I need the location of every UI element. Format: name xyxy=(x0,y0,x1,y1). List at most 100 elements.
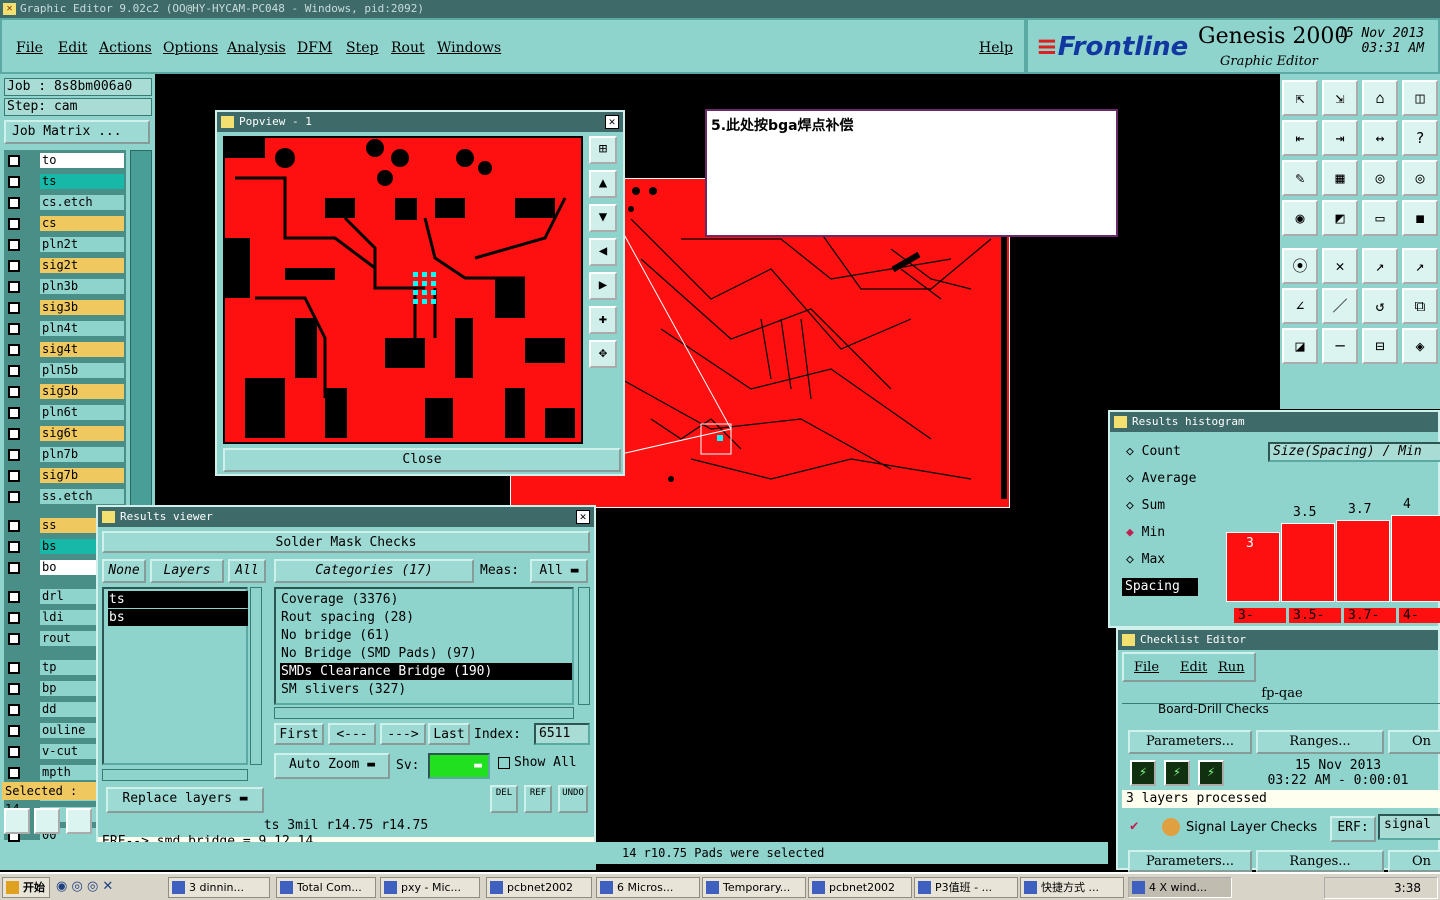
layer-checkbox[interactable] xyxy=(8,365,20,377)
results-viewer-close-icon[interactable]: ✕ xyxy=(576,510,590,524)
list-item[interactable]: No Bridge (SMD Pads) (97) xyxy=(280,645,477,662)
run-all-icon[interactable]: ⚡ xyxy=(1164,760,1190,786)
slash-icon[interactable]: ／ xyxy=(1322,288,1358,324)
auto-zoom-select[interactable]: Auto Zoom ▬ xyxy=(274,753,390,779)
zoom-home-icon[interactable]: ⇱ xyxy=(1282,80,1318,116)
layer-row[interactable]: sig2t xyxy=(4,257,126,275)
menu-edit[interactable]: Edit xyxy=(58,40,87,56)
taskbar-item[interactable]: pcbnet2002 xyxy=(808,877,912,898)
layers-scrollbar[interactable] xyxy=(250,587,262,765)
layer-checkbox[interactable] xyxy=(8,155,20,167)
menu-help[interactable]: Help xyxy=(979,40,1013,56)
none-button[interactable]: None xyxy=(102,559,146,583)
layer-checkbox[interactable] xyxy=(8,302,20,314)
tool-select-icon[interactable] xyxy=(4,808,30,834)
job-matrix-button[interactable]: Job Matrix ... xyxy=(4,120,150,144)
layer-checkbox[interactable] xyxy=(8,218,20,230)
index-input[interactable]: 6511 xyxy=(534,723,590,745)
pan-left-icon[interactable]: ⇤ xyxy=(1282,120,1318,156)
zoom-out-icon[interactable]: ✥ xyxy=(589,340,617,368)
layer-checkbox[interactable] xyxy=(8,767,20,779)
layer-checkbox[interactable] xyxy=(8,612,20,624)
layer-row[interactable]: ss.etch xyxy=(4,488,126,506)
layers-hscrollbar[interactable] xyxy=(102,769,248,781)
prev-button[interactable]: <--- xyxy=(328,723,376,745)
arrow-icon[interactable]: ↗ xyxy=(1362,248,1398,284)
measure-icon[interactable]: ▭ xyxy=(1362,200,1398,236)
zoom-fit-icon[interactable]: ⊞ xyxy=(589,136,617,164)
ref-button[interactable]: REF xyxy=(524,785,552,813)
layer-checkbox[interactable] xyxy=(8,428,20,440)
menu-analysis[interactable]: Analysis xyxy=(227,40,286,56)
layer-row[interactable]: sig3b xyxy=(4,299,126,317)
layer-checkbox[interactable] xyxy=(8,449,20,461)
layer-checkbox[interactable] xyxy=(8,281,20,293)
quicklaunch-icons[interactable]: ◉ ◎ ◎ ✕ xyxy=(56,879,156,895)
list-item[interactable]: SM slivers (327) xyxy=(280,681,406,698)
home-icon[interactable]: ⌂ xyxy=(1362,80,1398,116)
replace-layers-select[interactable]: Replace layers ▬ xyxy=(106,787,264,813)
bar-icon[interactable]: ⊟ xyxy=(1362,328,1398,364)
menu-rout[interactable]: Rout xyxy=(391,40,425,56)
menu-file[interactable]: File xyxy=(16,40,43,56)
meas-select[interactable]: All ▬ xyxy=(530,559,588,583)
taskbar-item[interactable]: P3值班 - ... xyxy=(914,877,1018,898)
layer-row[interactable]: sig5b xyxy=(4,383,126,401)
menu-options[interactable]: Options xyxy=(163,40,218,56)
layer-checkbox[interactable] xyxy=(8,562,20,574)
on-button-2[interactable]: On xyxy=(1388,850,1440,872)
menu-step[interactable]: Step xyxy=(346,40,378,56)
layer-checkbox[interactable] xyxy=(8,491,20,503)
taskbar-item[interactable]: Total Com... xyxy=(276,877,376,898)
list-item[interactable]: Coverage (3376) xyxy=(280,591,398,608)
metric-select[interactable]: Spacing xyxy=(1122,578,1198,596)
layer-row[interactable]: pln5b xyxy=(4,362,126,380)
node-icon[interactable]: ⦿ xyxy=(1282,248,1318,284)
layer-checkbox[interactable] xyxy=(8,662,20,674)
layer-checkbox[interactable] xyxy=(8,344,20,356)
del-button[interactable]: DEL xyxy=(490,785,518,813)
categories-hscrollbar[interactable] xyxy=(274,707,574,719)
check-enabled-icon[interactable]: ✔ xyxy=(1130,818,1138,834)
frame-icon[interactable]: ⧉ xyxy=(1402,288,1438,324)
histogram-bar[interactable] xyxy=(1281,523,1335,602)
layer-row[interactable]: pln7b xyxy=(4,446,126,464)
window-icon[interactable]: ◫ xyxy=(1402,80,1438,116)
taskbar-item[interactable]: 4 X wind... xyxy=(1128,877,1232,898)
on-button[interactable]: On xyxy=(1388,730,1440,754)
checklist-row-signal[interactable]: Signal Layer Checks xyxy=(1186,820,1317,835)
next-button[interactable]: ---> xyxy=(380,723,426,745)
layer-row[interactable]: sig7b xyxy=(4,467,126,485)
layer-row[interactable]: pln3b xyxy=(4,278,126,296)
ranges-button-2[interactable]: Ranges... xyxy=(1256,850,1384,872)
taskbar-item[interactable]: 6 Micros... xyxy=(596,877,700,898)
menu-dfm[interactable]: DFM xyxy=(297,40,332,56)
option-average[interactable]: ◇ Average xyxy=(1126,471,1196,486)
histogram-bar[interactable] xyxy=(1336,520,1390,602)
layer-row[interactable]: sig4t xyxy=(4,341,126,359)
last-button[interactable]: Last xyxy=(428,723,470,745)
option-sum[interactable]: ◇ Sum xyxy=(1126,498,1165,513)
undo-button[interactable]: UNDO xyxy=(558,785,588,813)
layer-row[interactable]: cs.etch xyxy=(4,194,126,212)
categories-button[interactable]: Categories (17) xyxy=(274,559,474,583)
layer-checkbox[interactable] xyxy=(8,176,20,188)
cluster-icon[interactable]: ◈ xyxy=(1402,328,1438,364)
list-item[interactable]: ts xyxy=(108,591,248,608)
circle-icon[interactable]: ◼ xyxy=(1402,200,1438,236)
list-item[interactable]: No bridge (61) xyxy=(280,627,391,644)
layers-listbox[interactable]: ts bs xyxy=(102,587,248,765)
layer-checkbox[interactable] xyxy=(8,407,20,419)
layer-checkbox[interactable] xyxy=(8,591,20,603)
option-count[interactable]: ◇ Count xyxy=(1126,444,1181,459)
layer-checkbox[interactable] xyxy=(8,725,20,737)
sv-color-select[interactable]: ▬ xyxy=(428,753,490,779)
menu-edit[interactable]: Edit xyxy=(1180,660,1207,675)
layer-checkbox[interactable] xyxy=(8,470,20,482)
first-button[interactable]: First xyxy=(274,723,324,745)
layer-row[interactable]: pln6t xyxy=(4,404,126,422)
run-selected-icon[interactable]: ⚡ xyxy=(1198,760,1224,786)
layer-checkbox[interactable] xyxy=(8,323,20,335)
cross-icon[interactable]: ✕ xyxy=(1322,248,1358,284)
pan-left-icon[interactable]: ◀ xyxy=(589,238,617,266)
